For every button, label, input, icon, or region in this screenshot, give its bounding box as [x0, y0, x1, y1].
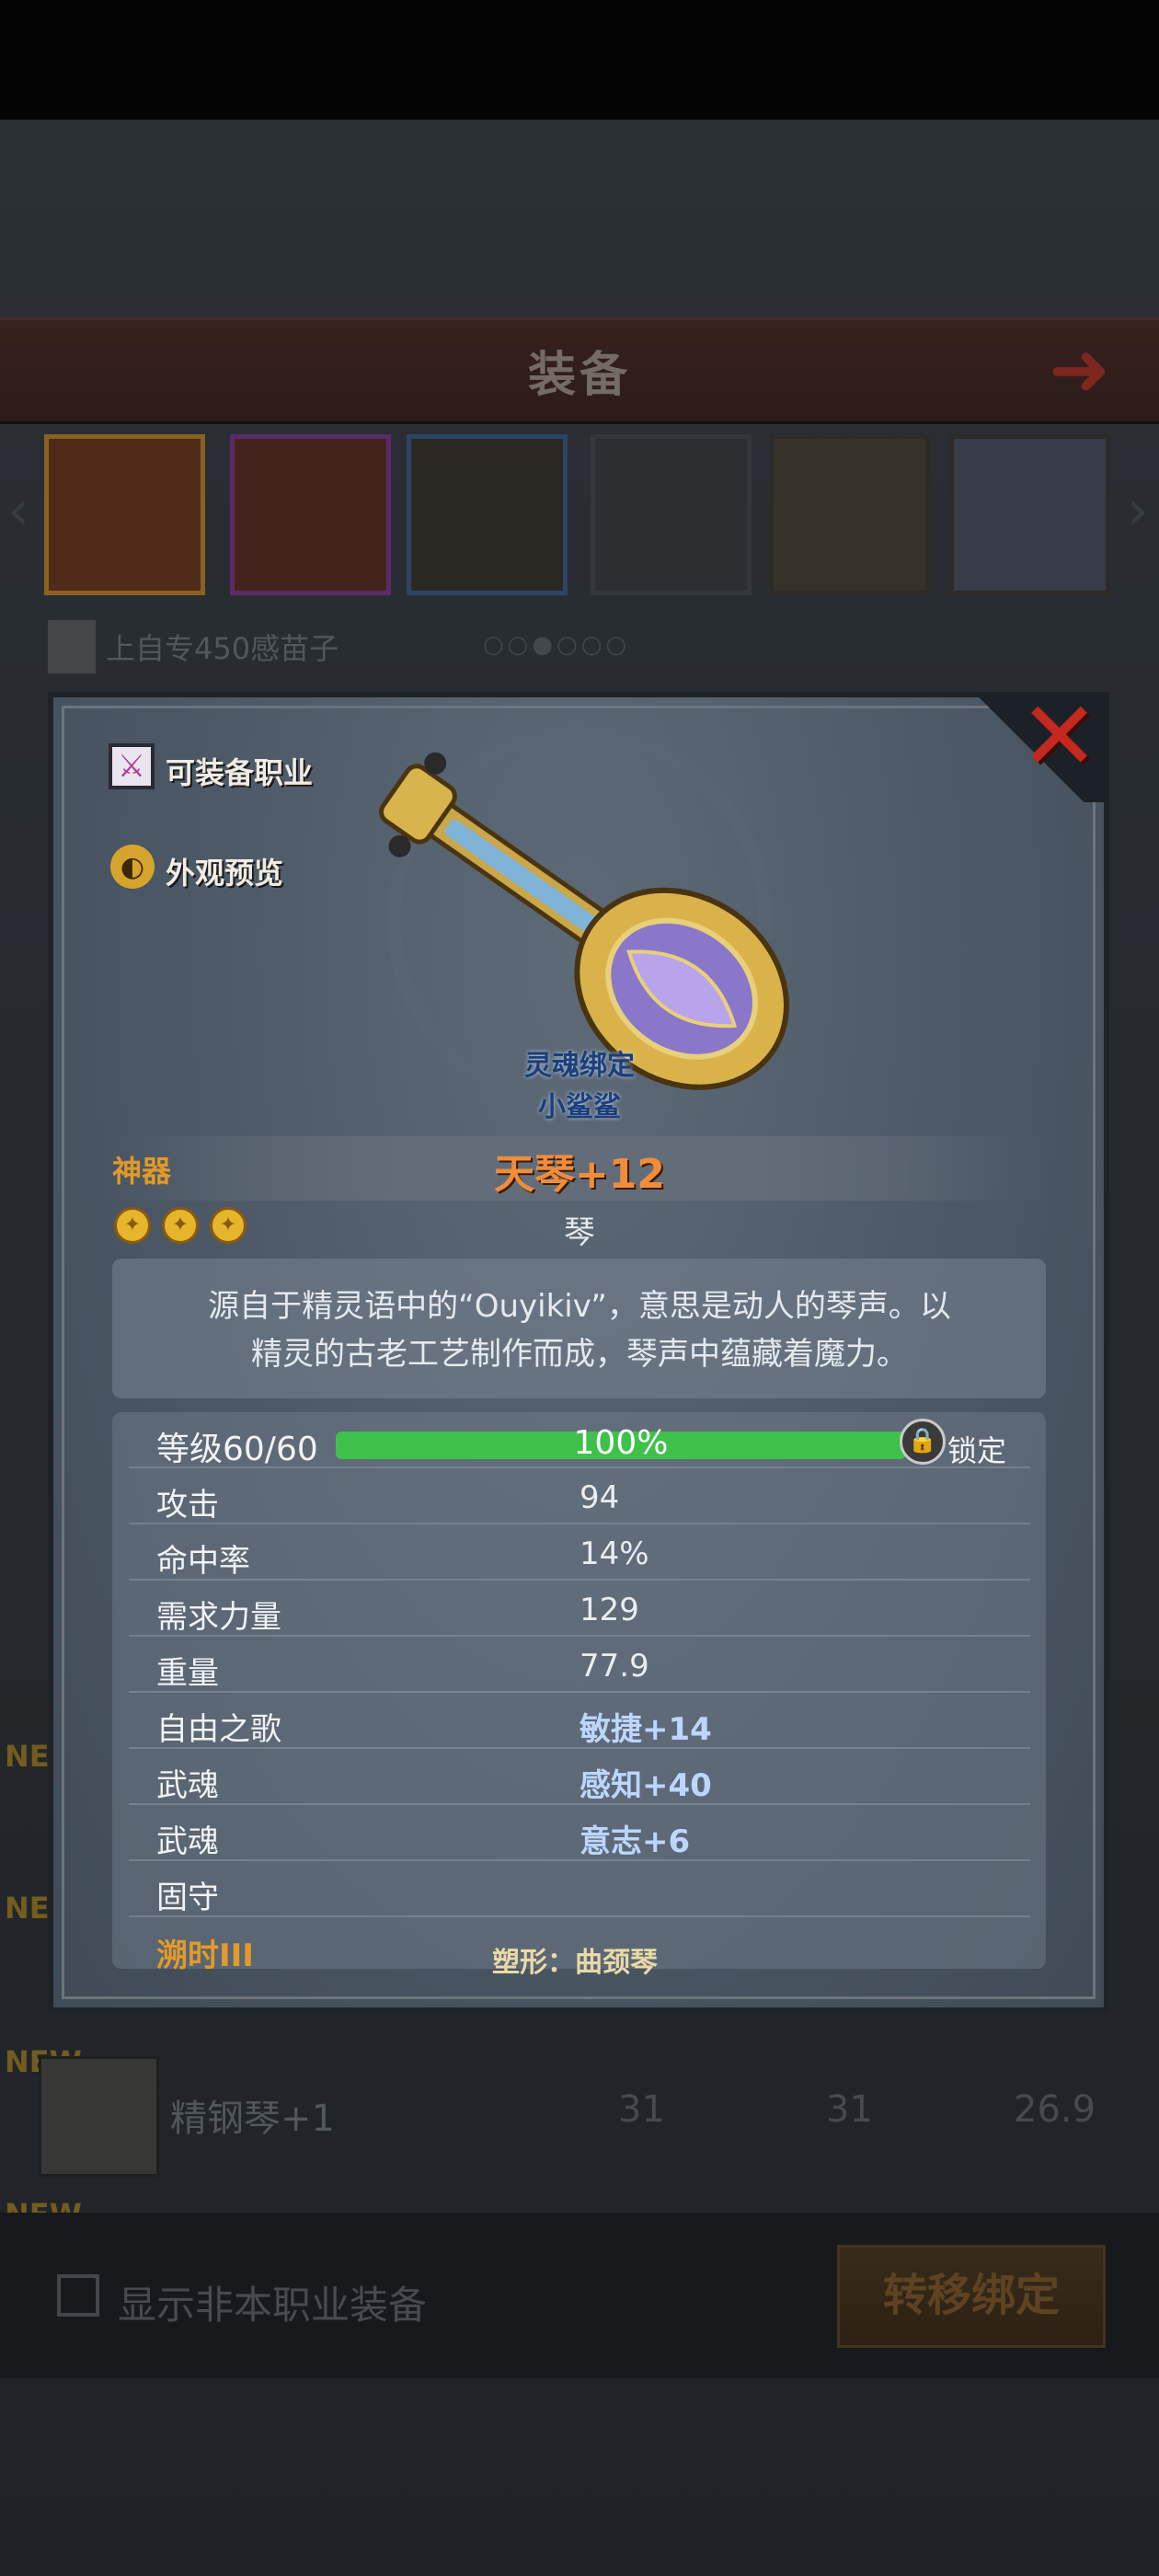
- stat-value: 敏捷+14: [580, 1711, 712, 1748]
- era-affix: 溯时III: [156, 1938, 254, 1974]
- appearance-preview-button[interactable]: 外观预览: [166, 850, 283, 892]
- item-name: 天琴+12: [493, 1151, 666, 1198]
- stat-value: 94: [580, 1479, 620, 1516]
- bound-owner-name: 小鲨鲨: [538, 1091, 621, 1123]
- stat-value: 129: [580, 1592, 639, 1628]
- star-icon: ✦: [210, 1207, 247, 1244]
- close-icon[interactable]: ✕: [1019, 688, 1099, 784]
- shape-label: 塑形：曲颈琴: [492, 1947, 658, 1979]
- description-line: 精灵的古老工艺制作而成，琴声中蕴藏着魔力。: [251, 1336, 908, 1373]
- stat-label: 需求力量: [156, 1599, 281, 1636]
- stat-label: 武魂: [156, 1767, 219, 1804]
- stat-label: 命中率: [156, 1543, 250, 1580]
- stat-row: [129, 1861, 1030, 1917]
- level-label: 等级60/60: [156, 1431, 318, 1468]
- stat-label: 自由之歌: [156, 1711, 281, 1748]
- item-type: 琴: [564, 1214, 595, 1251]
- level-progress-text: 100%: [573, 1424, 669, 1462]
- stat-value: 意志+6: [580, 1823, 691, 1860]
- job-icon[interactable]: ⚔: [109, 743, 155, 789]
- soulbound-label: 灵魂绑定: [524, 1050, 635, 1082]
- stat-value: 77.9: [580, 1648, 649, 1685]
- appearance-icon[interactable]: ◐: [110, 845, 155, 889]
- stat-value: 感知+40: [580, 1767, 712, 1804]
- equippable-jobs-button[interactable]: 可装备职业: [166, 750, 313, 792]
- star-icon: ✦: [162, 1207, 199, 1244]
- stat-label: 武魂: [156, 1823, 219, 1860]
- star-icon: ✦: [114, 1207, 151, 1244]
- stat-value: 14%: [580, 1535, 649, 1572]
- item-description: 源自于精灵语中的“Ouyikiv”，意思是动人的琴声。以 精灵的古老工艺制作而成…: [147, 1282, 1012, 1378]
- description-line: 源自于精灵语中的“Ouyikiv”，意思是动人的琴声。以: [208, 1288, 951, 1325]
- stat-label: 攻击: [156, 1487, 219, 1524]
- stat-label: 重量: [156, 1655, 219, 1692]
- lock-icon[interactable]: 🔒: [900, 1419, 946, 1465]
- rarity-label: 神器: [112, 1154, 172, 1189]
- stat-label: 固守: [156, 1880, 219, 1916]
- lock-label[interactable]: 锁定: [947, 1428, 1006, 1470]
